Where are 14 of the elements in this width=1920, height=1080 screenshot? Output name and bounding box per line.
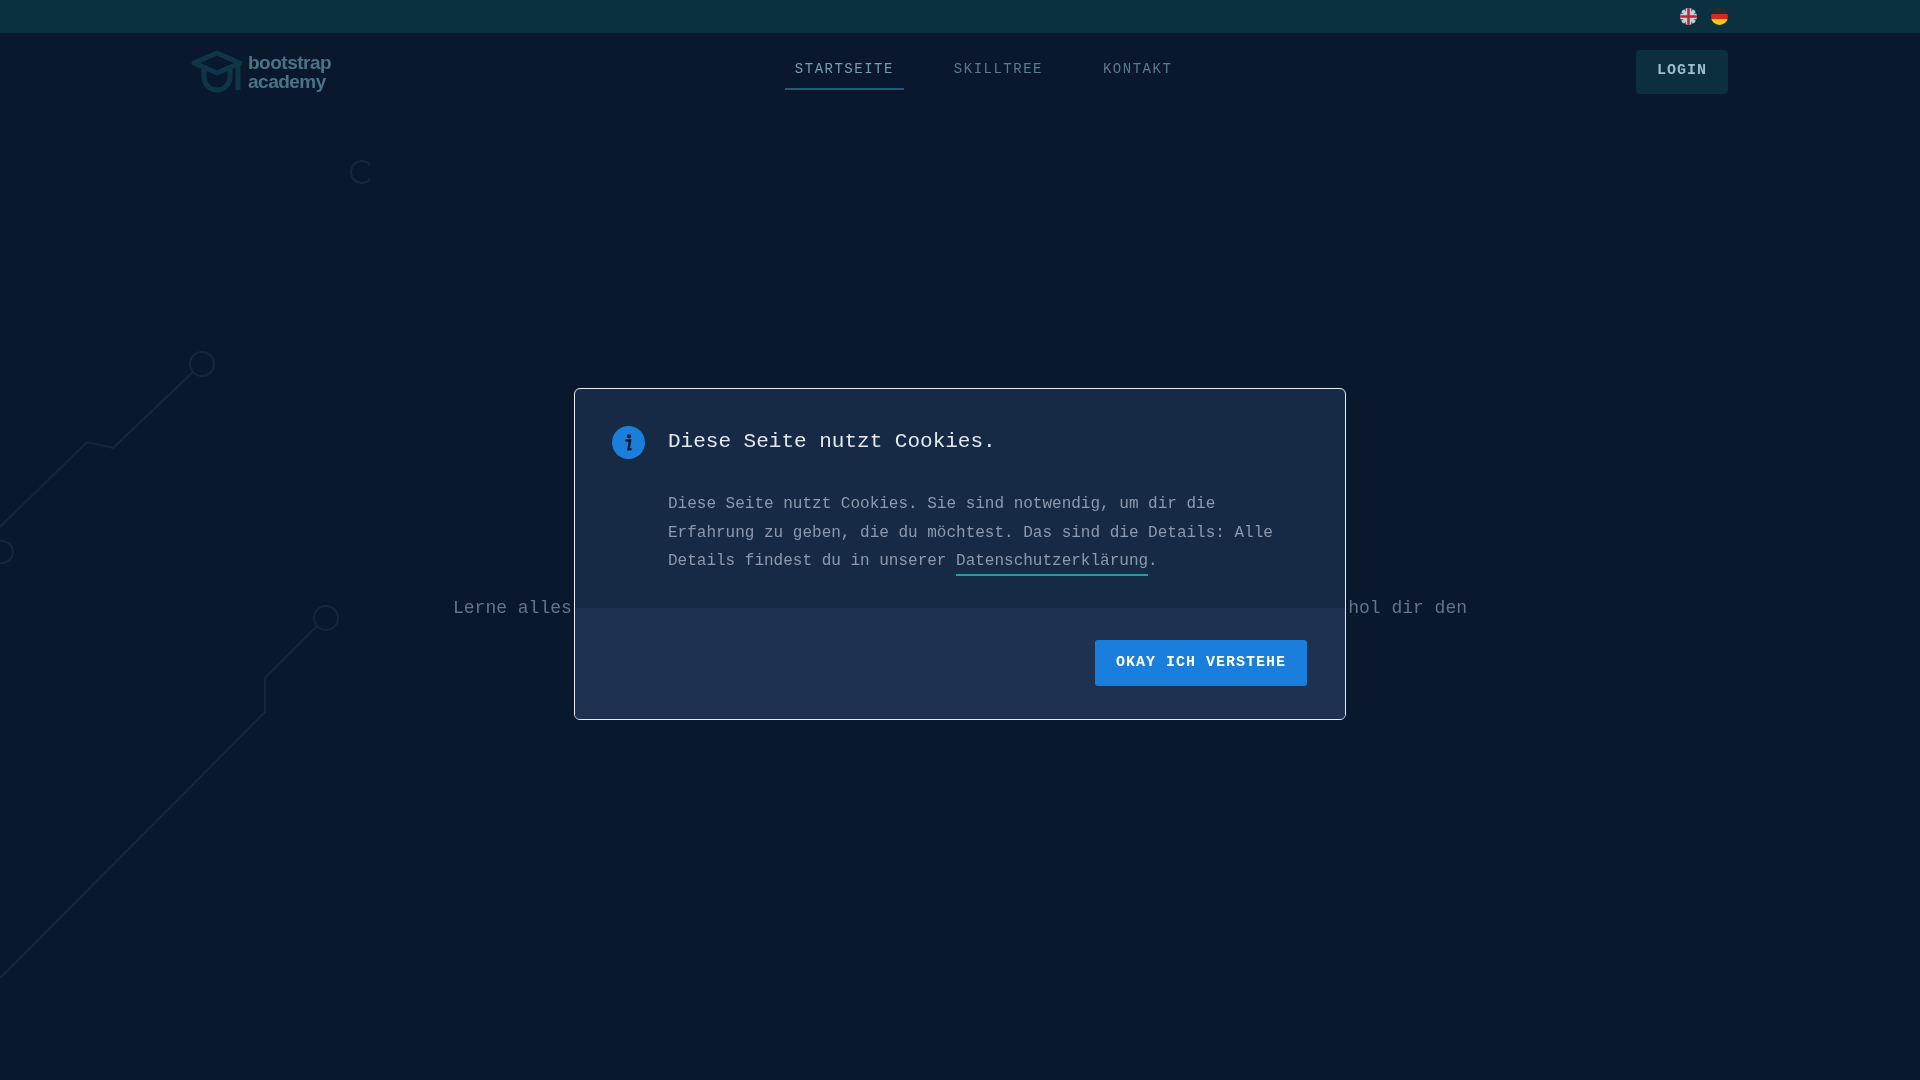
nav-link[interactable]: STARTSEITE <box>784 53 904 90</box>
nav-link[interactable]: SKILLTREE <box>943 53 1053 90</box>
dialog-message: Diese Seite nutzt Cookies. Sie sind notwendig, um dir die Erfahrung zu geben, die du möchtest. Das sind die Details: Alle Details findest du in unserer Datenschutzerklärung. <box>668 490 1298 576</box>
hero-text: Lerne alles <box>453 597 572 620</box>
hero-text: hol dir den <box>1348 597 1467 620</box>
logo-text[interactable]: bootstrap academy <box>248 52 332 91</box>
privacy-link[interactable]: Datenschutzerklärung <box>956 552 1149 577</box>
info-icon <box>612 426 645 459</box>
uk-flag-icon[interactable] <box>1680 8 1697 25</box>
nav-link[interactable]: KONTAKT <box>1092 53 1183 90</box>
login-button[interactable]: LOGIN <box>1636 49 1728 94</box>
german-flag-icon[interactable] <box>1711 8 1728 25</box>
accept-button[interactable]: OKAY ICH VERSTEHE <box>1094 639 1307 687</box>
dialog-title: Diese Seite nutzt Cookies. <box>668 429 997 455</box>
